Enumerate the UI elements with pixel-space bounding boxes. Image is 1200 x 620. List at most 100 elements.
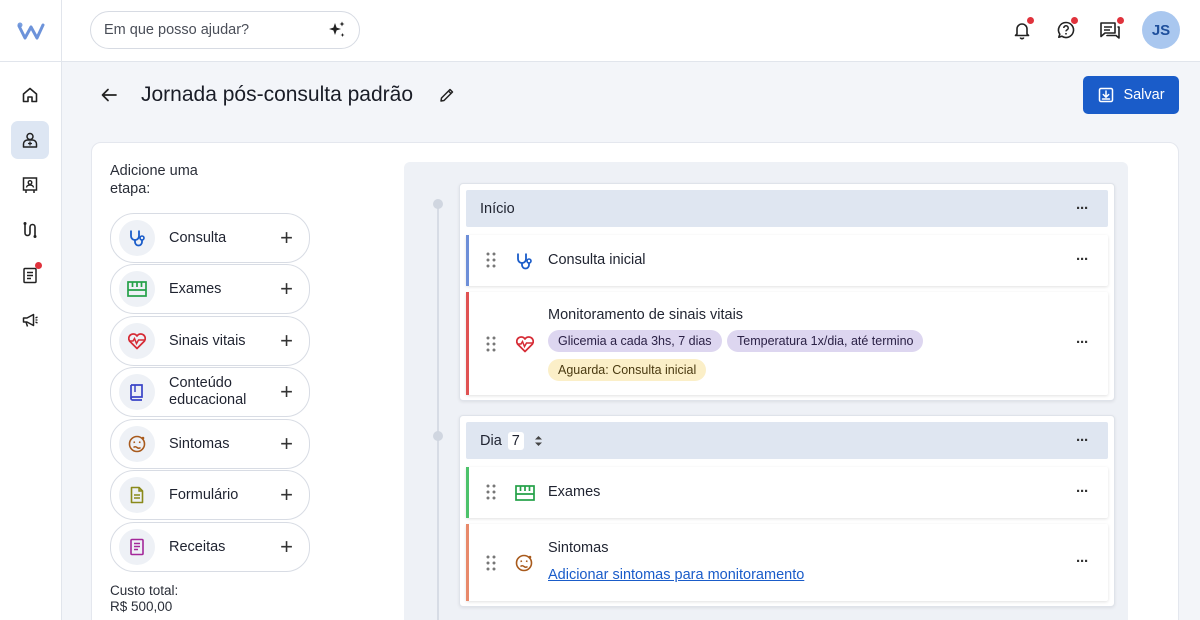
config-chip[interactable]: Glicemia a cada 3hs, 7 dias [548,330,722,352]
back-button[interactable] [96,82,122,108]
page-title: Jornada pós-consulta padrão [141,83,414,106]
step-more-icon[interactable]: ··· [1076,334,1089,351]
step-more-icon[interactable]: ··· [1076,251,1089,268]
save-button[interactable]: Salvar [1083,76,1179,114]
plus-icon[interactable]: + [280,227,293,249]
plus-icon[interactable]: + [280,433,293,455]
step-title: Sintomas [548,540,609,556]
drag-handle-icon[interactable] [486,252,496,268]
logo-icon [17,22,44,40]
reports-dot [35,262,42,269]
timeline-line [437,204,439,620]
palette-label: Consulta [169,229,227,246]
up-down-arrows-icon [534,435,542,446]
add-symptoms-link[interactable]: Adicionar sintomas para monitoramento [548,567,804,583]
step-consulta-inicial[interactable]: Consulta inicial ··· [466,235,1108,286]
total-cost-value: R$ 500,00 [110,599,173,614]
step-monitoramento-sinais-vitais[interactable]: Monitoramento de sinais vitais Glicemia … [466,292,1108,395]
heart-pulse-icon [127,333,147,350]
save-label: Salvar [1123,87,1165,103]
drag-handle-icon[interactable] [486,555,496,571]
nav-home[interactable] [11,76,49,114]
arrow-left-icon [101,88,117,102]
app-logo[interactable] [0,0,62,62]
step-color-bar [466,524,469,601]
palette-icon-wrap [119,220,155,256]
step-sintomas[interactable]: Sintomas Adicionar sintomas para monitor… [466,524,1108,601]
notifications-button[interactable] [1000,11,1044,49]
lab-exams-icon [127,281,147,297]
palette-item-sinais-vitais[interactable]: Sinais vitais + [110,316,310,366]
palette-item-exames[interactable]: Exames + [110,264,310,314]
palette-icon-wrap [119,426,155,462]
palette-item-conteudo-educacional[interactable]: Conteúdo educacional + [110,367,310,417]
nav-directory[interactable] [11,166,49,204]
nav-campaigns[interactable] [11,301,49,339]
timeline-dot [433,431,443,441]
group-more-icon[interactable]: ··· [1076,432,1089,449]
palette-title: Adicione uma etapa: [110,163,198,197]
edit-title-button[interactable] [438,86,456,109]
config-chip[interactable]: Temperatura 1x/dia, até termino [727,330,924,352]
palette-icon-wrap [119,374,155,410]
palette-item-consulta[interactable]: Consulta + [110,213,310,263]
palette-item-formulario[interactable]: Formulário + [110,470,310,520]
nav-reports[interactable] [11,256,49,294]
step-more-icon[interactable]: ··· [1076,553,1089,570]
step-exames[interactable]: Exames ··· [466,467,1108,518]
messages-button[interactable] [1088,11,1132,49]
search-input[interactable] [104,22,327,38]
prescription-icon [130,538,144,556]
palette-label: Sintomas [169,435,230,452]
plus-icon[interactable]: + [280,381,293,403]
stethoscope-icon [517,253,532,270]
heart-pulse-icon [515,336,535,353]
day-stepper[interactable] [534,435,543,447]
plus-icon[interactable]: + [280,536,293,558]
sparkle-ai-icon[interactable] [327,20,347,40]
palette-label: Sinais vitais [169,332,246,349]
nav-journeys[interactable] [11,211,49,249]
route-icon [23,222,37,238]
step-title: Exames [548,484,601,500]
step-color-bar [466,292,469,395]
contact-book-icon [22,177,38,193]
stethoscope-icon [130,230,145,247]
total-cost-label: Custo total: [110,583,179,598]
drag-handle-icon[interactable] [486,484,496,500]
user-avatar[interactable]: JS [1142,11,1180,49]
pencil-icon [440,88,454,102]
step-more-icon[interactable]: ··· [1076,483,1089,500]
form-icon [130,486,144,504]
palette-item-receitas[interactable]: Receitas + [110,522,310,572]
journey-group-dia: Dia 7 ··· Exames ··· Sintomas Adicionar … [459,415,1115,607]
palette-icon-wrap [119,271,155,307]
group-more-icon[interactable]: ··· [1076,200,1089,217]
drag-handle-icon[interactable] [486,336,496,352]
search-box[interactable] [90,11,360,49]
group-title: Dia [480,432,502,449]
group-header: Dia 7 [466,422,1108,459]
dependency-chip: Aguarda: Consulta inicial [548,359,707,381]
sick-face-icon [128,435,146,453]
notification-dot [1027,17,1034,24]
palette-icon-wrap [119,529,155,565]
palette-label: Conteúdo educacional [169,375,247,408]
step-color-bar [466,467,469,518]
palette-label: Exames [169,280,222,297]
step-title: Monitoramento de sinais vitais [548,307,744,323]
journey-group-inicio: Início ··· Consulta inicial ··· Monitora… [459,183,1115,401]
help-button[interactable] [1044,11,1088,49]
palette-item-sintomas[interactable]: Sintomas + [110,419,310,469]
nav-patients[interactable] [11,121,49,159]
side-nav [0,62,62,620]
plus-icon[interactable]: + [280,278,293,300]
day-number-input[interactable]: 7 [507,431,524,450]
timeline-dot [433,199,443,209]
sick-face-icon [515,554,533,572]
plus-icon[interactable]: + [280,330,293,352]
plus-icon[interactable]: + [280,484,293,506]
palette-icon-wrap [119,477,155,513]
top-bar: JS [0,0,1200,62]
book-icon [130,384,143,401]
